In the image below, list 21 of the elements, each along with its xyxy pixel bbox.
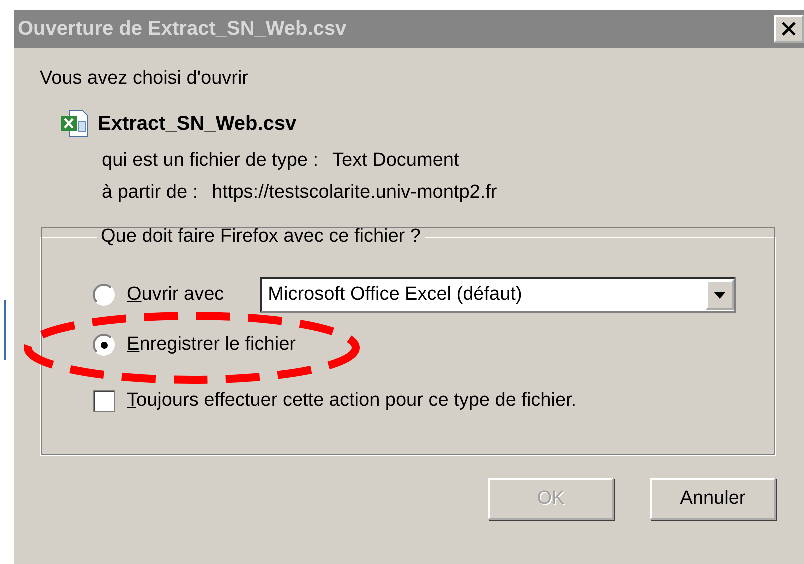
radio-button[interactable] <box>93 334 115 356</box>
group-label: Que doit faire Firefox avec ce fichier ? <box>100 226 422 248</box>
source-value: https://testscolarite.univ-montp2.fr <box>212 182 498 204</box>
type-value: Text Document <box>332 150 460 172</box>
type-label: qui est un fichier de type : <box>102 150 319 172</box>
caret-icon <box>714 292 726 298</box>
window-edge <box>4 300 6 360</box>
source-label: à partir de : <box>102 182 198 204</box>
close-icon <box>781 22 797 36</box>
dialog-button[interactable]: Annuler <box>650 478 776 520</box>
file-name: Extract_SN_Web.csv <box>98 112 297 136</box>
intro-text: Vous avez choisi d'ouvrir <box>40 68 250 90</box>
spreadsheet-file-icon <box>60 110 90 138</box>
app-dropdown[interactable]: Microsoft Office Excel (défaut) <box>260 277 736 313</box>
checkbox-label[interactable]: Toujours effectuer cette action pour ce type de fichier. <box>127 390 577 412</box>
option-label[interactable]: Ouvrir avec <box>127 284 224 306</box>
checkbox[interactable] <box>93 390 115 412</box>
option-label[interactable]: Enregistrer le fichier <box>127 334 296 356</box>
close-button[interactable] <box>774 15 804 43</box>
window-title: Ouverture de Extract_SN_Web.csv <box>18 18 347 40</box>
radio-button[interactable] <box>93 284 115 306</box>
